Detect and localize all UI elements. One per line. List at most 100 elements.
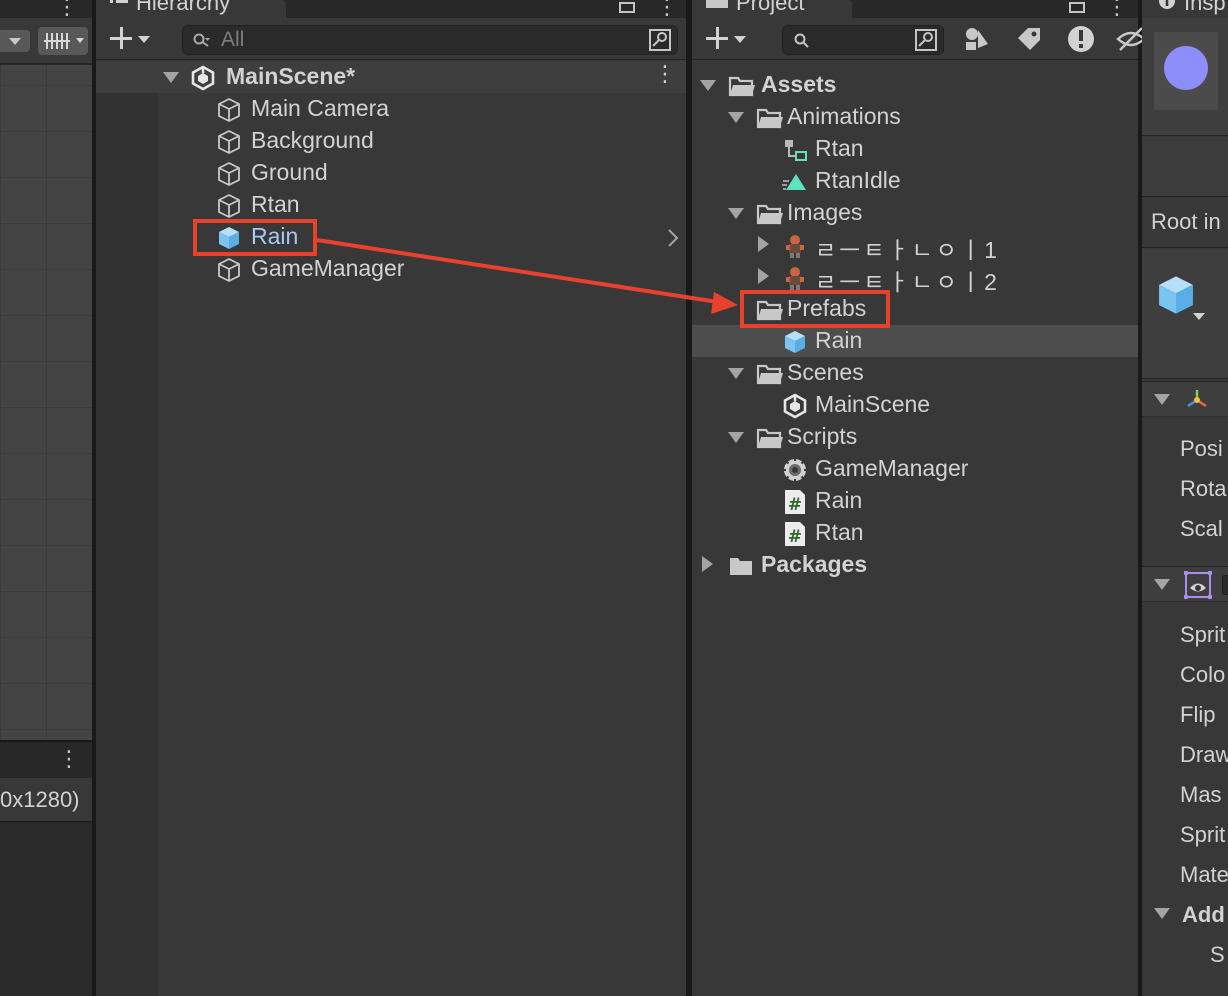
project-search-field[interactable] xyxy=(782,25,944,55)
collapsed-arrow-icon[interactable] xyxy=(758,236,769,252)
project-asset-rain-prefab[interactable]: Rain xyxy=(692,325,1138,357)
project-folder-packages[interactable]: Packages xyxy=(692,549,1138,581)
icon-dropdown-caret-icon[interactable] xyxy=(1193,313,1205,320)
additional-settings-header[interactable]: Add xyxy=(1142,896,1228,936)
project-tab-label: Project xyxy=(736,0,805,15)
project-folder-images[interactable]: Images xyxy=(692,197,1138,229)
project-folder-scripts[interactable]: Scripts xyxy=(692,421,1138,453)
project-asset-image-2[interactable]: ㄹㅡㅌㅏㄴㅇㅣ2 xyxy=(692,261,1138,295)
project-create-button[interactable] xyxy=(692,24,748,54)
search-by-type-icon[interactable] xyxy=(962,24,992,54)
asset-label: Rain xyxy=(815,487,863,513)
hierarchy-tabbar: Hierarchy ⋮ xyxy=(96,0,686,20)
inspector-prefab-bar xyxy=(1142,137,1228,197)
root-label: Root in xyxy=(1151,209,1221,234)
gameobject-cube-icon xyxy=(218,258,240,282)
project-menu-kebab-icon[interactable]: ⋮ xyxy=(1106,0,1128,20)
hierarchy-tab[interactable]: Hierarchy xyxy=(96,0,286,18)
expand-arrow-icon[interactable] xyxy=(728,112,744,123)
expand-arrow-icon[interactable] xyxy=(1154,579,1170,590)
scene-name: MainScene* xyxy=(226,63,356,89)
hierarchy-create-button[interactable] xyxy=(96,24,152,54)
hierarchy-item-label: GameManager xyxy=(251,255,405,281)
sprite-renderer-component-header[interactable] xyxy=(1142,566,1228,602)
expand-arrow-icon[interactable] xyxy=(163,72,179,83)
grid-toggle-button[interactable] xyxy=(38,27,88,55)
project-asset-rain-script[interactable]: # Rain xyxy=(692,485,1138,517)
project-asset-mainscene[interactable]: MainScene xyxy=(692,389,1138,421)
asset-label: MainScene xyxy=(815,391,931,417)
log-warning-icon[interactable] xyxy=(1066,24,1096,54)
asset-label: GameManager xyxy=(815,455,969,481)
scene-view-grid[interactable] xyxy=(0,65,92,740)
sprite-label: Sprit xyxy=(1180,622,1226,647)
search-in-scene-icon[interactable] xyxy=(645,28,675,52)
project-tab[interactable]: Project xyxy=(692,0,852,18)
hierarchy-item-background[interactable]: Background xyxy=(216,125,676,157)
project-folder-animations[interactable]: Animations xyxy=(692,101,1138,133)
project-asset-gamemanager-script[interactable]: GameManager xyxy=(692,453,1138,485)
project-asset-rtanidle-clip[interactable]: RtanIdle xyxy=(692,165,1138,197)
hierarchy-item-label: Ground xyxy=(251,159,328,185)
project-asset-image-1[interactable]: ㄹㅡㅌㅏㄴㅇㅣ1 xyxy=(692,229,1138,263)
project-asset-rtan-script[interactable]: # Rtan xyxy=(692,517,1138,549)
hierarchy-menu-kebab-icon[interactable]: ⋮ xyxy=(656,0,678,20)
asset-label: Rtan xyxy=(815,519,864,545)
folder-open-icon xyxy=(728,76,755,97)
plus-icon xyxy=(706,27,728,49)
lock-icon[interactable] xyxy=(618,0,636,14)
asset-label: Rtan xyxy=(815,135,864,161)
project-search-input[interactable] xyxy=(821,26,901,54)
chevron-right-icon[interactable] xyxy=(666,228,680,248)
scene-row-kebab-icon[interactable]: ⋮ xyxy=(654,61,676,87)
project-panel: Project ⋮ Assets Animations Rtan RtanIdl… xyxy=(692,0,1146,996)
prefab-cube-icon xyxy=(785,331,805,353)
sprite-thumbnail-icon xyxy=(786,235,804,258)
expand-arrow-icon[interactable] xyxy=(728,432,744,443)
game-resolution-bar[interactable]: 0x1280) xyxy=(0,778,92,822)
folder-open-icon xyxy=(756,364,783,385)
animator-controller-icon xyxy=(785,140,807,161)
draw-mode-label: Draw xyxy=(1180,742,1228,767)
search-in-scene-icon[interactable] xyxy=(911,28,941,52)
component-enable-checkbox[interactable] xyxy=(1222,575,1228,595)
hierarchy-item-gamemanager[interactable]: GameManager xyxy=(216,253,676,285)
hierarchy-search-input[interactable] xyxy=(221,26,635,54)
expand-arrow-icon[interactable] xyxy=(700,80,716,91)
game-menu-kebab-icon[interactable]: ⋮ xyxy=(58,746,80,772)
folder-label: Scripts xyxy=(787,423,858,449)
scene-dropdown-button[interactable] xyxy=(0,30,30,52)
inspector-root-row: Root in xyxy=(1142,198,1228,248)
search-icon xyxy=(794,33,809,48)
svg-text:#: # xyxy=(788,495,802,515)
folder-label: Animations xyxy=(787,103,901,129)
expand-arrow-icon[interactable] xyxy=(728,368,744,379)
expand-arrow-icon[interactable] xyxy=(728,208,744,219)
sprite-renderer-icon xyxy=(1184,571,1212,599)
hierarchy-item-rtan[interactable]: Rtan xyxy=(216,189,676,221)
project-toolbar xyxy=(692,18,1146,60)
scene-menu-kebab-icon[interactable]: ⋮ xyxy=(56,0,78,20)
collapsed-arrow-icon[interactable] xyxy=(702,556,713,572)
rain-highlight-box xyxy=(193,219,317,256)
hierarchy-scene-row[interactable]: MainScene* ⋮ xyxy=(96,61,686,93)
project-folder-scenes[interactable]: Scenes xyxy=(692,357,1138,389)
folder-icon xyxy=(706,0,728,9)
unity-scene-icon xyxy=(191,65,215,91)
search-by-label-icon[interactable] xyxy=(1014,24,1044,54)
hierarchy-search-field[interactable] xyxy=(182,25,678,55)
hierarchy-item-ground[interactable]: Ground xyxy=(216,157,676,189)
transform-component-header[interactable] xyxy=(1142,381,1228,417)
inspector-tab[interactable]: Insp xyxy=(1142,0,1228,18)
inspector-panel: Insp Root in Posi Rota Scal Sprit Colo F… xyxy=(1142,0,1228,996)
expand-arrow-icon[interactable] xyxy=(1154,394,1170,405)
inspector-tabbar: Insp xyxy=(1142,0,1228,18)
collapsed-arrow-icon[interactable] xyxy=(758,268,769,284)
project-asset-rtan-controller[interactable]: Rtan xyxy=(692,133,1138,165)
project-folder-assets[interactable]: Assets xyxy=(692,69,1138,101)
expand-arrow-icon[interactable] xyxy=(1154,908,1170,919)
hierarchy-item-main-camera[interactable]: Main Camera xyxy=(216,93,676,125)
lock-icon[interactable] xyxy=(1068,0,1086,14)
sprite-thumbnail-icon xyxy=(786,267,804,290)
additional-settings-label: Add xyxy=(1182,902,1225,927)
